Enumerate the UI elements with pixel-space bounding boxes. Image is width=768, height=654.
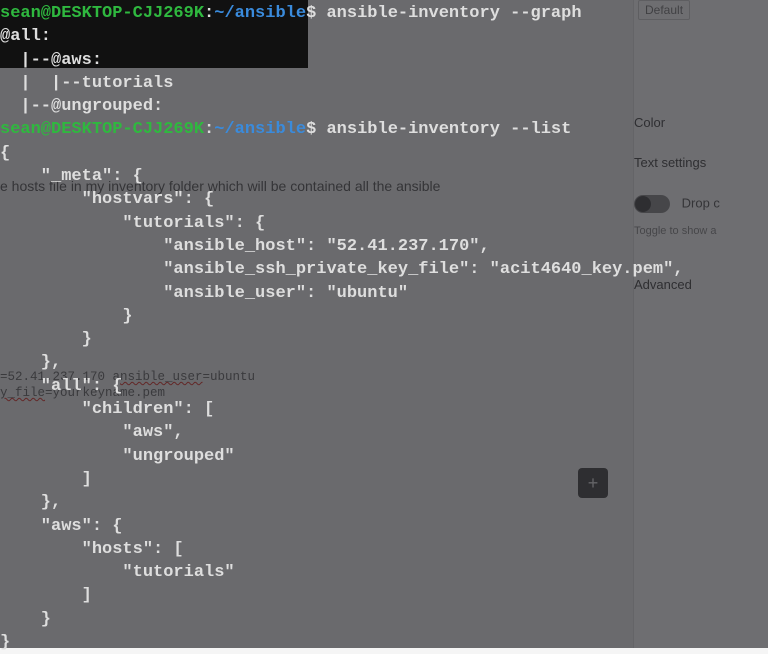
json-l13: "aws", bbox=[0, 423, 184, 442]
graph-output-3: | |--tutorials bbox=[0, 74, 173, 93]
prompt-user: sean@DESKTOP-CJJ269K bbox=[0, 4, 204, 23]
json-l11: "all": { bbox=[0, 377, 122, 396]
json-l1: { bbox=[0, 144, 10, 163]
json-l5: "ansible_host": "52.41.237.170", bbox=[0, 237, 490, 256]
prompt-colon: : bbox=[204, 4, 214, 23]
graph-output-4: |--@ungrouped: bbox=[0, 97, 163, 116]
json-l16: }, bbox=[0, 493, 61, 512]
json-l18: "hosts": [ bbox=[0, 540, 184, 559]
json-l9: } bbox=[0, 330, 92, 349]
json-l10: }, bbox=[0, 353, 61, 372]
json-l6: "ansible_ssh_private_key_file": "acit464… bbox=[0, 260, 684, 279]
prompt-dollar: $ bbox=[306, 4, 326, 23]
json-l12: "children": [ bbox=[0, 400, 214, 419]
json-l14: "ungrouped" bbox=[0, 447, 235, 466]
graph-output-2: |--@aws: bbox=[0, 51, 102, 70]
prompt-path: ~/ansible bbox=[214, 4, 306, 23]
json-l4: "tutorials": { bbox=[0, 214, 265, 233]
prompt-user-2: sean@DESKTOP-CJJ269K bbox=[0, 120, 204, 139]
cmd-list: ansible-inventory --list bbox=[326, 120, 571, 139]
json-l7: "ansible_user": "ubuntu" bbox=[0, 284, 408, 303]
json-l3: "hostvars": { bbox=[0, 190, 214, 209]
json-l2: "_meta": { bbox=[0, 167, 143, 186]
json-l20: ] bbox=[0, 586, 92, 605]
json-l15: ] bbox=[0, 470, 92, 489]
prompt-dollar-2: $ bbox=[306, 120, 326, 139]
json-l8: } bbox=[0, 307, 133, 326]
json-l21: } bbox=[0, 610, 51, 629]
graph-output-1: @all: bbox=[0, 27, 51, 46]
terminal-content[interactable]: sean@DESKTOP-CJJ269K:~/ansible$ ansible-… bbox=[0, 0, 684, 654]
json-l19: "tutorials" bbox=[0, 563, 235, 582]
json-l22: } bbox=[0, 633, 10, 652]
prompt-colon-2: : bbox=[204, 120, 214, 139]
terminal-overlay: sean@DESKTOP-CJJ269K:~/ansible$ ansible-… bbox=[0, 0, 768, 648]
cmd-graph: ansible-inventory --graph bbox=[326, 4, 581, 23]
prompt-path-2: ~/ansible bbox=[214, 120, 306, 139]
json-l17: "aws": { bbox=[0, 517, 122, 536]
